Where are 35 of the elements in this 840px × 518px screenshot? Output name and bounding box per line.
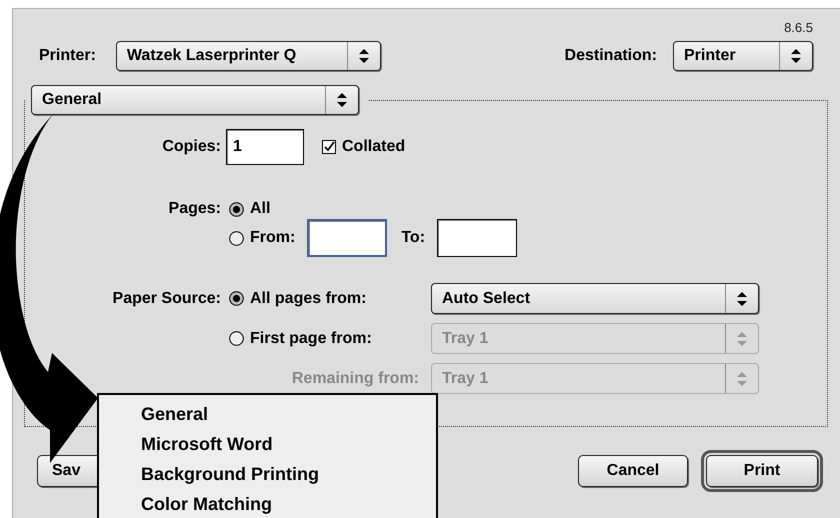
- stepper-icon: [737, 372, 747, 386]
- radio-button[interactable]: [229, 291, 244, 306]
- radio-label: All: [250, 200, 270, 218]
- radio-button[interactable]: [229, 230, 244, 246]
- menu-item[interactable]: General: [141, 399, 436, 429]
- stepper-icon: [791, 49, 801, 63]
- stepper-icon: [337, 93, 347, 107]
- menu-item[interactable]: Background Printing: [141, 459, 436, 489]
- tray-popup[interactable]: Auto Select: [431, 283, 759, 314]
- copies-field[interactable]: 1: [226, 129, 304, 165]
- collated-label: Collated: [342, 138, 406, 156]
- menu-item[interactable]: Color Matching: [141, 489, 436, 518]
- paper-source-label: Paper Source:: [112, 290, 221, 308]
- to-field[interactable]: [437, 219, 518, 257]
- version-label: 8.6.5: [784, 20, 813, 31]
- panel-popup[interactable]: General: [31, 85, 359, 115]
- radio-label: From:: [250, 229, 296, 247]
- stepper-icon: [358, 49, 369, 63]
- dialog-button[interactable]: Cancel: [578, 455, 688, 487]
- remaining-label: Remaining from:: [290, 370, 420, 388]
- menu-item[interactable]: Microsoft Word: [141, 429, 436, 459]
- radio-label: First page from:: [250, 330, 372, 348]
- printer-label: Printer:: [39, 47, 96, 65]
- from-field[interactable]: [307, 219, 388, 257]
- checkbox[interactable]: [322, 140, 336, 154]
- to-label: To:: [401, 229, 426, 247]
- copies-label: Copies:: [161, 138, 221, 156]
- radio-button[interactable]: [229, 202, 244, 216]
- pages-label: Pages:: [168, 200, 221, 218]
- destination-label: Destination:: [564, 47, 657, 65]
- destination-popup[interactable]: Printer: [673, 41, 813, 71]
- printer-popup[interactable]: Watzek Laserprinter Q: [116, 41, 381, 71]
- stepper-icon: [737, 332, 747, 346]
- stepper-icon: [737, 292, 747, 306]
- radio-label: All pages from:: [250, 290, 366, 308]
